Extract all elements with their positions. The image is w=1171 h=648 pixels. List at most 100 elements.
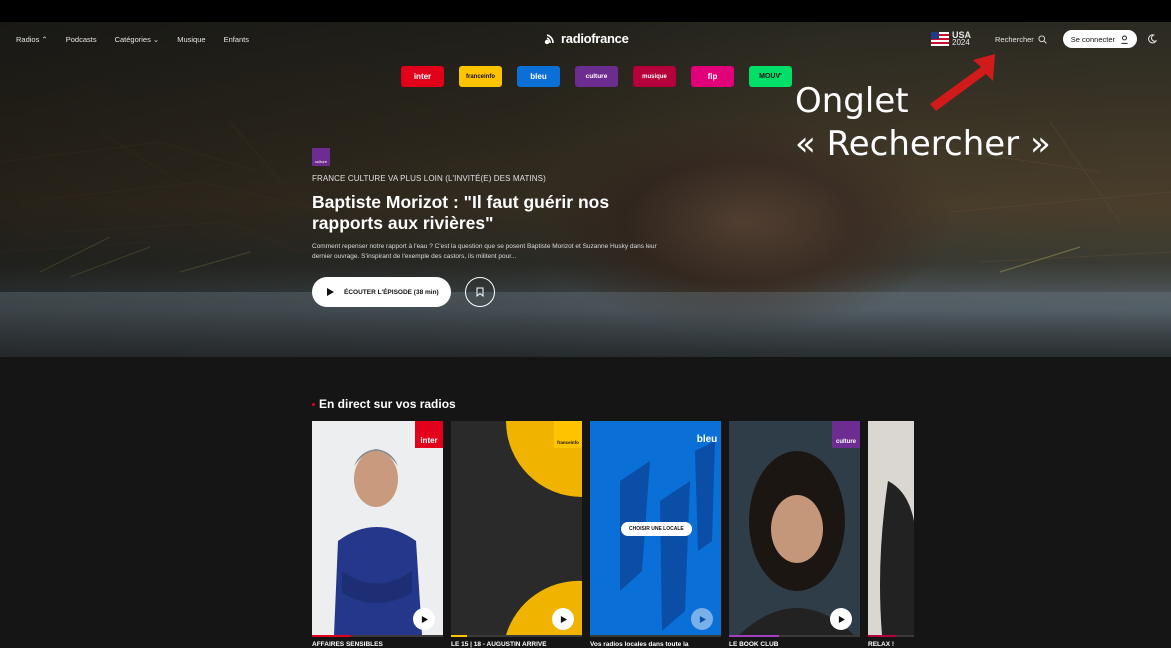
- card-image-bleu: CHOISIR UNE LOCALE: [590, 421, 721, 635]
- station-inter[interactable]: inter: [401, 66, 444, 87]
- card-corner-culture: culture: [832, 421, 860, 448]
- station-franceinfo[interactable]: franceinfo: [459, 66, 502, 87]
- station-fip[interactable]: fip: [691, 66, 734, 87]
- card-progress-bar: [451, 635, 582, 637]
- radiofrance-logo[interactable]: radiofrance: [544, 31, 629, 46]
- station-culture-label: culture: [585, 73, 608, 80]
- station-musique-label: musique: [642, 73, 667, 80]
- choose-local-button[interactable]: CHOISIR UNE LOCALE: [621, 522, 692, 536]
- play-icon: [327, 288, 334, 296]
- play-icon: [560, 615, 567, 623]
- card-caption: Vos radios locales dans toute la: [590, 641, 689, 648]
- station-mouv[interactable]: MOUV': [749, 66, 792, 87]
- top-navigation: Radios ⌃ Podcasts Catégories ⌄ Musique E…: [0, 22, 1171, 56]
- card-corner-franceinfo: franceinfo: [554, 421, 582, 448]
- search-tab[interactable]: Rechercher: [995, 35, 1047, 44]
- station-bleu[interactable]: bleu: [517, 66, 560, 87]
- hero-kicker[interactable]: FRANCE CULTURE VA PLUS LOIN (L'INVITÉ(E)…: [312, 174, 546, 183]
- user-icon: [1121, 35, 1128, 44]
- station-mouv-label: MOUV': [759, 73, 782, 80]
- annotation-text: Onglet « Rechercher »: [795, 80, 1051, 166]
- nav-menu: Radios ⌃ Podcasts Catégories ⌄ Musique E…: [16, 22, 249, 56]
- station-musique[interactable]: musique: [633, 66, 676, 87]
- card-play-button[interactable]: [552, 608, 574, 630]
- hero-title[interactable]: Baptiste Morizot : "Il faut guérir nos r…: [312, 192, 652, 234]
- play-icon: [838, 615, 845, 623]
- search-icon: [1038, 34, 1047, 44]
- card-progress-bar: [868, 635, 914, 637]
- station-franceinfo-label: franceinfo: [465, 73, 495, 80]
- card-corner-franceinfo-label: franceinfo: [557, 440, 579, 445]
- radiofrance-mark-icon: [544, 34, 554, 45]
- page: Radios ⌃ Podcasts Catégories ⌄ Musique E…: [0, 0, 1171, 648]
- station-bleu-label: bleu: [530, 72, 547, 81]
- card-play-button[interactable]: [413, 608, 435, 630]
- station-logos: inter franceinfo bleu culture musique fi…: [401, 66, 792, 87]
- live-section-label: En direct sur vos radios: [319, 397, 456, 411]
- live-card-culture[interactable]: culture LE BOOK CLUB: [729, 421, 860, 648]
- nav-right: USA 2024 Rechercher Se connecter: [931, 22, 1157, 56]
- nav-music[interactable]: Musique: [177, 35, 205, 44]
- live-section-title: En direct sur vos radios: [312, 397, 456, 411]
- card-caption: LE 15 | 18 - AUGUSTIN ARRIVÉ: [451, 641, 547, 648]
- card-progress-fill: [312, 635, 352, 637]
- hero-water: [0, 292, 1171, 357]
- station-fip-label: fip: [707, 72, 718, 81]
- live-card-musique[interactable]: RELAX !: [868, 421, 914, 648]
- card-corner-inter-label: inter: [420, 436, 438, 445]
- live-cards: inter AFFAIRES SENSIBLES franceinfo LE 1…: [312, 421, 914, 648]
- hero-description: Comment repenser notre rapport à l'eau ?…: [312, 243, 657, 260]
- card-image-guest: [729, 421, 860, 635]
- card-progress-bar: [312, 635, 443, 637]
- card-progress-fill: [451, 635, 467, 637]
- play-icon: [421, 615, 428, 623]
- card-progress-bar: [729, 635, 860, 637]
- nav-podcasts[interactable]: Podcasts: [66, 35, 97, 44]
- card-image-franceinfo: [451, 421, 582, 635]
- card-corner-inter: inter: [415, 421, 443, 448]
- listen-episode-button[interactable]: ÉCOUTER L'ÉPISODE (38 min): [312, 277, 451, 307]
- card-caption: AFFAIRES SENSIBLES: [312, 641, 383, 648]
- station-inter-label: inter: [413, 72, 432, 81]
- red-dot-icon: [312, 402, 315, 406]
- card-play-button[interactable]: [830, 608, 852, 630]
- station-culture[interactable]: culture: [575, 66, 618, 87]
- live-card-inter[interactable]: inter AFFAIRES SENSIBLES: [312, 421, 443, 648]
- nav-radios[interactable]: Radios ⌃: [16, 35, 48, 44]
- login-button[interactable]: Se connecter: [1062, 30, 1137, 48]
- card-caption: LE BOOK CLUB: [729, 641, 779, 648]
- card-progress-bar: [590, 635, 721, 637]
- dark-mode-moon-icon[interactable]: [1147, 34, 1157, 44]
- card-corner-culture-label: culture: [835, 439, 856, 445]
- logo-text: radiofrance: [561, 31, 629, 46]
- top-black-bar: [0, 0, 1171, 22]
- badge-label: culture: [314, 159, 327, 164]
- bookmark-button[interactable]: [465, 277, 495, 307]
- usa-2024-link[interactable]: USA 2024: [931, 31, 971, 47]
- card-play-button[interactable]: [691, 608, 713, 630]
- live-card-bleu[interactable]: CHOISIR UNE LOCALE bleu Vos radios local…: [590, 421, 721, 648]
- nav-kids[interactable]: Enfants: [224, 35, 249, 44]
- login-label: Se connecter: [1070, 34, 1115, 44]
- live-card-franceinfo[interactable]: franceinfo LE 15 | 18 - AUGUSTIN ARRIVÉ: [451, 421, 582, 648]
- card-image-musique: [868, 421, 914, 635]
- card-corner-bleu: bleu: [693, 421, 721, 448]
- card-corner-bleu-label: bleu: [696, 434, 718, 445]
- guest-photo: [739, 451, 854, 635]
- card-image-presenter: [312, 421, 443, 635]
- annotation-line-1: Onglet: [795, 81, 909, 121]
- search-label: Rechercher: [995, 34, 1034, 44]
- card-progress-fill: [868, 635, 896, 637]
- usa-year: 2024: [952, 38, 970, 47]
- us-flag-icon: [931, 32, 949, 46]
- play-icon: [699, 615, 706, 623]
- listen-episode-label: ÉCOUTER L'ÉPISODE (38 min): [344, 288, 439, 296]
- card-progress-fill: [729, 635, 779, 637]
- bookmark-icon: [476, 287, 484, 297]
- nav-categories[interactable]: Catégories ⌄: [115, 35, 160, 44]
- card-caption: RELAX !: [868, 641, 894, 648]
- france-culture-badge: culture: [312, 148, 330, 166]
- presenter-photo: [334, 449, 422, 635]
- musique-photo: [880, 481, 914, 635]
- franceinfo-artwork: [506, 421, 582, 635]
